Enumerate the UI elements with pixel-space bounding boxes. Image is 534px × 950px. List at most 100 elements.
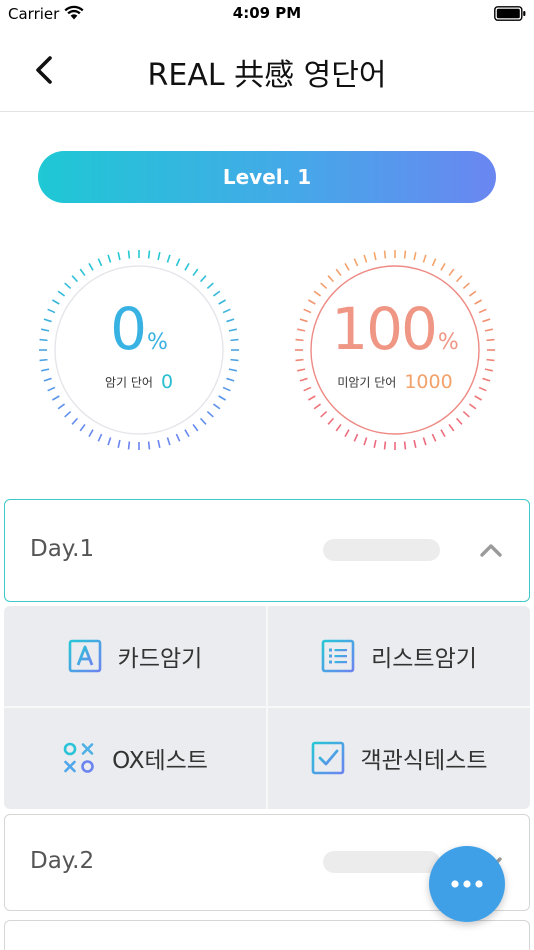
day-card-1[interactable]: Day.1 <box>4 499 530 602</box>
memorized-count: 0 <box>160 371 174 393</box>
memorized-gauge-tick <box>206 410 214 418</box>
unmemorized-gauge-tick <box>383 441 387 450</box>
memorized-percent-value: 0 <box>110 295 147 363</box>
memorized-gauge-tick <box>107 254 112 263</box>
unmemorized-gauge: 100% 미암기 단어 1000 <box>292 247 498 453</box>
memorized-gauge-tick <box>184 262 190 271</box>
memorized-label: 암기 단어 <box>104 375 153 390</box>
status-bar: Carrier 4:09 PM <box>0 0 534 28</box>
memorized-gauge-tick <box>117 252 121 261</box>
study-mode-grid: 카드암기 리스트암기 OX테스트 객관식테스트 <box>4 606 530 809</box>
chevron-up-icon[interactable] <box>477 537 505 565</box>
nav-bar: REAL 共感 영단어 <box>0 28 534 112</box>
unmemorized-gauge-tick <box>413 439 417 448</box>
unmemorized-gauge-tick <box>363 254 368 263</box>
unmemorized-gauge-tick <box>327 417 335 425</box>
memorized-gauge-tick <box>127 250 131 259</box>
battery-icon <box>494 6 526 21</box>
unmemorized-gauge-tick <box>327 275 335 283</box>
unmemorized-gauge-tick <box>344 262 350 271</box>
unmemorized-gauge-tick <box>448 268 455 277</box>
unmemorized-gauge-tick <box>462 410 470 418</box>
memorized-gauge-tick <box>184 429 190 438</box>
unmemorized-gauge-tick <box>431 433 437 442</box>
unmemorized-gauge-tick <box>313 290 322 297</box>
memorized-gauge-tick <box>166 437 171 446</box>
unmemorized-gauge-tick <box>307 395 316 401</box>
unmemorized-gauge-tick <box>353 433 359 442</box>
unmemorized-gauge-tick <box>448 423 455 432</box>
memorized-gauge-tick <box>199 417 207 425</box>
unmemorized-gauge-tick <box>413 252 417 261</box>
card-study-button[interactable]: 카드암기 <box>4 606 266 706</box>
unmemorized-gauge-tick <box>468 290 477 297</box>
unmemorized-gauge-tick <box>440 262 446 271</box>
unmemorized-gauge-tick <box>403 441 407 450</box>
unmemorized-gauge-tick <box>335 423 342 432</box>
day-2-label: Day.2 <box>30 848 95 874</box>
list-study-button[interactable]: 리스트암기 <box>268 606 530 706</box>
unmemorized-gauge-tick <box>440 429 446 438</box>
memorized-gauge-tick <box>192 423 199 432</box>
memorized-gauge-tick <box>79 423 86 432</box>
memorized-caption: 암기 단어 0 <box>36 371 242 393</box>
day-2-progress <box>323 851 440 873</box>
unmemorized-gauge-tick <box>373 252 377 261</box>
grid-divider-horizontal <box>4 706 530 708</box>
memorized-gauge-tick <box>166 254 171 263</box>
memorized-percent: 0% <box>36 297 242 375</box>
unmemorized-percent-unit: % <box>437 330 459 355</box>
day-1-label: Day.1 <box>30 536 95 562</box>
unmemorized-percent-value: 100 <box>331 295 438 363</box>
unmemorized-gauge-tick <box>431 258 437 267</box>
ox-test-label: OX테스트 <box>112 748 208 774</box>
unmemorized-caption: 미암기 단어 1000 <box>292 371 498 393</box>
day-card-3[interactable] <box>4 920 530 950</box>
unmemorized-gauge-tick <box>422 254 427 263</box>
memorized-gauge-tick <box>147 441 151 450</box>
memorized-gauge-tick <box>88 429 94 438</box>
memorized-gauge-tick <box>88 262 94 271</box>
memorized-gauge-tick <box>79 268 86 277</box>
unmemorized-gauge-tick <box>353 258 359 267</box>
card-letter-a-icon <box>68 639 101 673</box>
day-1-progress <box>323 539 440 561</box>
more-options-button[interactable] <box>429 846 505 922</box>
unmemorized-gauge-tick <box>320 410 328 418</box>
memorized-gauge-tick <box>64 410 72 418</box>
memorized-gauge-tick <box>212 403 221 410</box>
memorized-gauge-tick <box>206 282 214 290</box>
checkbox-icon <box>311 741 344 775</box>
multiple-choice-test-label: 객관식테스트 <box>360 748 488 774</box>
unmemorized-gauge-tick <box>468 403 477 410</box>
unmemorized-gauge-tick <box>455 275 463 283</box>
level-button[interactable]: Level. 1 <box>38 151 496 203</box>
memorized-gauge-tick <box>192 268 199 277</box>
ox-icon <box>63 742 94 773</box>
unmemorized-gauge-tick <box>422 437 427 446</box>
memorized-gauge-tick <box>157 439 161 448</box>
unmemorized-gauge-tick <box>373 439 377 448</box>
unmemorized-gauge-tick <box>455 417 463 425</box>
list-icon <box>321 639 355 673</box>
memorized-gauge-tick <box>64 282 72 290</box>
memorized-gauge-tick <box>175 258 181 267</box>
memorized-percent-unit: % <box>147 330 168 355</box>
unmemorized-gauge-tick <box>335 268 342 277</box>
unmemorized-gauge-tick <box>474 395 483 401</box>
ox-test-button[interactable]: OX테스트 <box>4 708 266 808</box>
memorized-gauge-tick <box>97 433 103 442</box>
memorized-gauge-tick <box>175 433 181 442</box>
unmemorized-count: 1000 <box>404 371 453 393</box>
memorized-gauge-tick <box>127 441 131 450</box>
multiple-choice-test-button[interactable]: 객관식테스트 <box>268 708 530 808</box>
memorized-gauge-tick <box>157 252 161 261</box>
memorized-gauge-tick <box>147 250 151 259</box>
memorized-gauge-tick <box>117 439 121 448</box>
memorized-gauge-tick <box>107 437 112 446</box>
memorized-gauge-tick <box>97 258 103 267</box>
unmemorized-label: 미암기 단어 <box>337 375 397 390</box>
page-title: REAL 共感 영단어 <box>147 58 387 93</box>
memorized-gauge-tick <box>57 290 66 297</box>
memorized-gauge-tick <box>218 395 227 401</box>
